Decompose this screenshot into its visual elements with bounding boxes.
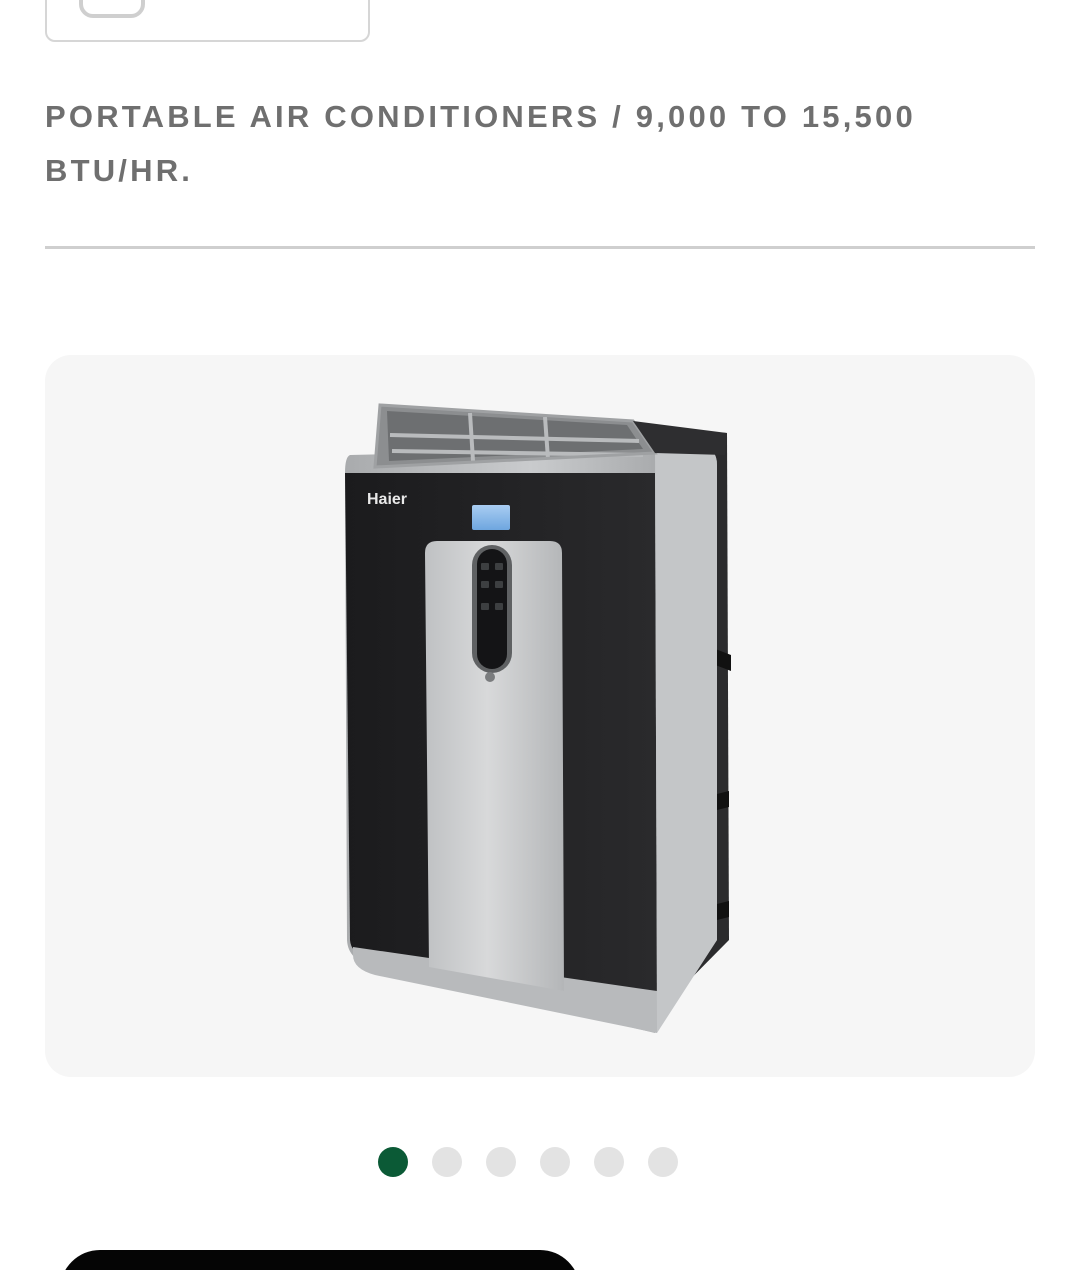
option-chip: [79, 0, 145, 18]
carousel-dot[interactable]: [594, 1147, 624, 1177]
product-page: PORTABLE AIR CONDITIONERS / 9,000 TO 15,…: [0, 0, 1080, 1270]
carousel-dots: [378, 1147, 678, 1177]
divider: [45, 246, 1035, 249]
carousel-dot[interactable]: [378, 1147, 408, 1177]
product-image-gallery[interactable]: Haier: [45, 355, 1035, 1077]
portable-air-conditioner-image: Haier: [345, 403, 731, 1033]
carousel-dot[interactable]: [648, 1147, 678, 1177]
carousel-dot[interactable]: [540, 1147, 570, 1177]
haier-logo: Haier: [367, 491, 407, 508]
carousel-dot[interactable]: [486, 1147, 516, 1177]
primary-action-button[interactable]: [60, 1250, 580, 1270]
option-card[interactable]: [45, 0, 370, 42]
category-breadcrumb[interactable]: PORTABLE AIR CONDITIONERS / 9,000 TO 15,…: [45, 90, 1005, 198]
carousel-dot[interactable]: [432, 1147, 462, 1177]
